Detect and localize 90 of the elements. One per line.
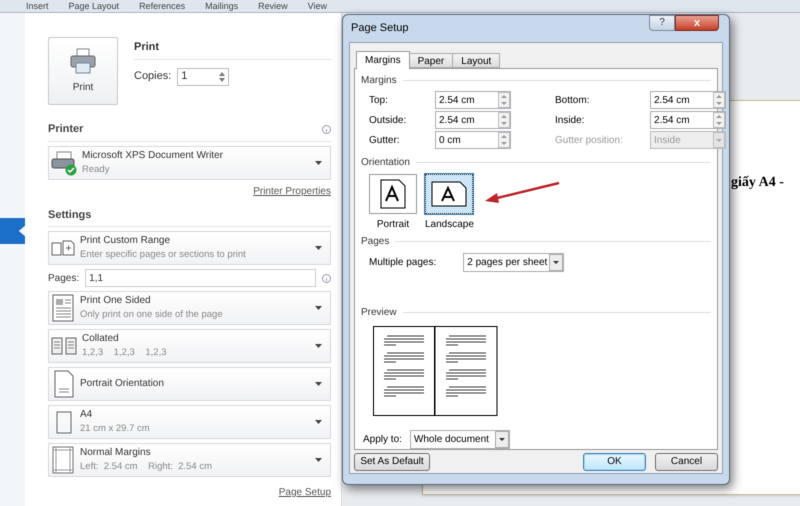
- ribbon-tab[interactable]: View: [308, 0, 327, 12]
- pages-label: Pages:: [48, 272, 80, 286]
- printer-ready-icon: [51, 150, 79, 176]
- dialog-title: Page Setup: [351, 21, 408, 36]
- field-label: Inside:: [555, 114, 586, 128]
- caret-icon: [315, 246, 322, 250]
- ribbon-tab[interactable]: Insert: [26, 0, 49, 12]
- dropdown[interactable]: 2 pages per sheet: [463, 253, 564, 272]
- collated-pages-icon: [51, 336, 79, 356]
- print-button[interactable]: Print: [48, 37, 118, 105]
- input-field[interactable]: 0 cm: [435, 131, 511, 149]
- dropdown-subtitle: Ready: [82, 162, 110, 176]
- document-text: giấy A4 -: [731, 174, 784, 192]
- dropdown-title: Print One Sided: [80, 294, 152, 308]
- pages-field[interactable]: 1,1: [85, 269, 316, 287]
- dropdown-title: Normal Margins: [80, 446, 152, 460]
- input-field[interactable]: 2.54 cm: [435, 91, 511, 109]
- field-label: Bottom:: [555, 94, 590, 108]
- ribbon-tab[interactable]: References: [139, 0, 186, 12]
- caret-icon: [315, 306, 322, 310]
- dropdown-title: Print Custom Range: [80, 234, 172, 248]
- caret-icon: [315, 382, 322, 386]
- copies-field[interactable]: 1: [177, 68, 230, 86]
- help-button[interactable]: ?: [649, 15, 675, 31]
- dialog-button[interactable]: OK: [583, 452, 646, 470]
- orientation-button[interactable]: [369, 174, 417, 214]
- section-heading: Printer: [48, 122, 84, 137]
- dropdown[interactable]: Portrait Orientation: [48, 367, 331, 401]
- info-icon: [322, 274, 331, 282]
- input-field[interactable]: 2.54 cm: [650, 91, 726, 109]
- tab[interactable]: Paper: [408, 53, 454, 68]
- input-field[interactable]: 2.54 cm: [435, 111, 511, 129]
- spinner-icon: [498, 112, 510, 128]
- section-heading: Settings: [48, 208, 92, 222]
- input-field[interactable]: 2.54 cm: [650, 111, 726, 129]
- group-heading: Pages: [361, 235, 390, 249]
- dropdown-title: Collated: [82, 332, 120, 346]
- ribbon-tab[interactable]: Page Layout: [68, 0, 120, 12]
- orientation-button[interactable]: [425, 174, 474, 214]
- spinner-icon: [498, 132, 510, 148]
- info-icon: [322, 124, 331, 134]
- caret-icon: [315, 458, 322, 462]
- dropdown[interactable]: A4 21 cm x 29.7 cm: [48, 405, 331, 439]
- field-label: Gutter position:: [555, 134, 624, 148]
- group-heading: Orientation: [361, 156, 410, 170]
- dropdown[interactable]: Microsoft XPS Document Writer Ready: [48, 146, 331, 180]
- field-label: Apply to:: [363, 433, 402, 447]
- field-label: Top:: [369, 94, 389, 108]
- tab[interactable]: Margins: [356, 51, 410, 69]
- dropdown-title: Microsoft XPS Document Writer: [82, 148, 224, 162]
- tab[interactable]: Layout: [452, 53, 500, 68]
- field-label: Multiple pages:: [369, 256, 436, 270]
- dropdown-title: Portrait Orientation: [80, 377, 165, 391]
- group-heading: Preview: [361, 306, 397, 320]
- caret-icon: [315, 420, 322, 424]
- portrait-page-icon: [380, 179, 406, 209]
- orientation-label: Landscape: [425, 218, 474, 232]
- ribbon-tab[interactable]: Review: [258, 0, 288, 12]
- link[interactable]: Page Setup: [278, 485, 331, 500]
- dropdown[interactable]: Normal Margins Left: 2.54 cm Right: 2.54 cm: [48, 443, 331, 477]
- dropdown-subtitle: 1,2,3 1,2,3 1,2,3: [82, 346, 168, 360]
- caret-icon: [549, 254, 564, 271]
- section-heading: Print: [134, 39, 331, 60]
- selected-nav-tab[interactable]: [0, 218, 25, 244]
- dropdown[interactable]: Whole document: [410, 430, 510, 449]
- dropdown[interactable]: Collated 1,2,3 1,2,3 1,2,3: [48, 329, 331, 363]
- dialog-button[interactable]: Set As Default: [354, 452, 430, 470]
- pages-icon: [51, 238, 77, 258]
- caret-icon: [315, 344, 322, 348]
- dropdown-subtitle: Only print on one side of the page: [80, 308, 224, 322]
- dropdown[interactable]: Print Custom Range Enter specific pages or sections to print: [48, 231, 331, 265]
- printer-icon: [70, 48, 96, 74]
- landscape-page-icon: [431, 181, 468, 207]
- link[interactable]: Printer Properties: [253, 184, 331, 198]
- dropdown-subtitle: 21 cm x 29.7 cm: [80, 422, 151, 436]
- dropdown-subtitle: Enter specific pages or sections to print: [80, 248, 247, 262]
- copies-label: Copies:: [134, 69, 172, 84]
- dropdown[interactable]: Print One Sided Only print on one side of the page: [48, 291, 331, 325]
- caret-icon: [315, 160, 322, 164]
- dropdown-title: A4: [80, 408, 94, 422]
- group-heading: Margins: [361, 74, 397, 88]
- field-label: Gutter:: [369, 134, 401, 148]
- field-label: Outside:: [369, 114, 408, 128]
- ribbon-tab[interactable]: Mailings: [205, 0, 238, 12]
- spinner-icon: [498, 92, 510, 108]
- dialog-button[interactable]: Cancel: [655, 452, 718, 470]
- orientation-label: Portrait: [376, 218, 410, 232]
- spinner-icon: [219, 70, 226, 82]
- caret-icon: [494, 431, 509, 448]
- dropdown-subtitle: Left: 2.54 cm Right: 2.54 cm: [80, 460, 214, 474]
